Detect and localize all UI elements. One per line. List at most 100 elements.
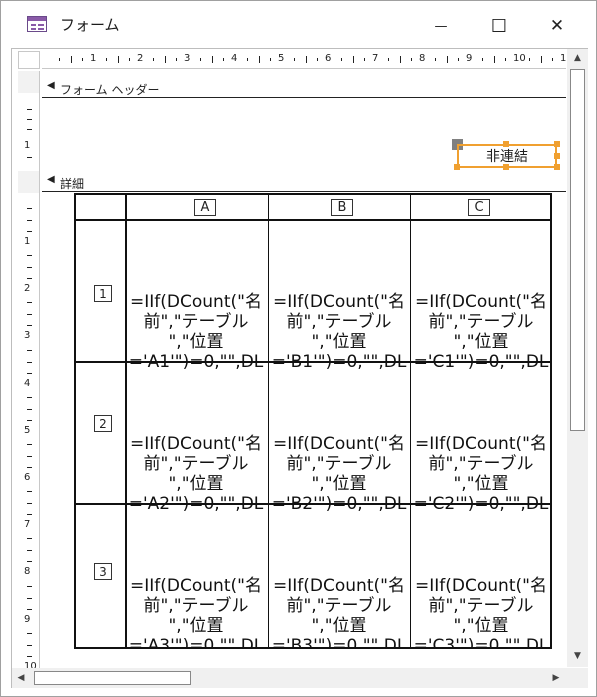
row-label-3[interactable]: 3 [94, 563, 112, 580]
vertical-scrollbar[interactable]: ▲ ▼ [567, 49, 588, 667]
ruler-number: 9 [24, 613, 31, 625]
formula-line: ='C1'")=0,"",DL [413, 352, 549, 372]
resize-handle-bottom-left[interactable] [454, 164, 460, 170]
ruler-tick [552, 58, 554, 61]
grid-hline [74, 219, 552, 221]
ruler-number: 5 [24, 424, 31, 436]
formula-textbox-c2[interactable]: =IIf(DCount("名 前","テーブル ","位置 ='C2'")=0,… [413, 434, 549, 526]
formula-textbox-a2[interactable]: =IIf(DCount("名 前","テーブル ","位置 ='A2'")=0,… [128, 434, 264, 526]
close-icon: ✕ [549, 16, 565, 36]
ruler-tick [27, 278, 32, 280]
ruler-tick [27, 503, 32, 505]
ruler-number: 8 [24, 566, 31, 578]
ruler-tick [481, 58, 483, 61]
unbound-label: 非連結 [486, 149, 528, 165]
formula-line: ","位置 [168, 474, 224, 494]
ruler-tick [117, 56, 119, 63]
ruler-tick [528, 58, 530, 61]
form-selector[interactable] [18, 51, 40, 69]
formula-textbox-a1[interactable]: =IIf(DCount("名 前","テーブル ","位置 ='A1'")=0,… [128, 292, 264, 384]
formula-line: 前","テーブル [143, 312, 249, 332]
formula-line: =IIf(DCount("名 [415, 292, 547, 312]
formula-textbox-b2[interactable]: =IIf(DCount("名 前","テーブル ","位置 ='B2'")=0,… [271, 434, 407, 526]
formula-line: 前","テーブル [143, 454, 249, 474]
ruler-tick [27, 561, 32, 563]
formula-line: ='C3'")=0,"",DL [413, 636, 549, 649]
formula-textbox-b1[interactable]: =IIf(DCount("名 前","テーブル ","位置 ='B1'")=0,… [271, 292, 407, 384]
column-label-c[interactable]: C [468, 199, 490, 216]
ruler-tick [27, 585, 32, 587]
resize-handle-top-right[interactable] [554, 141, 560, 147]
scroll-up-icon: ▲ [574, 53, 581, 63]
ruler-tick [27, 119, 32, 120]
ruler-number: 7 [24, 519, 31, 531]
resize-handle-bottom-right[interactable] [554, 164, 560, 170]
section-arrow-icon: ◀ [47, 174, 55, 185]
maximize-button[interactable]: ☐ [476, 9, 522, 43]
ruler-tick [317, 58, 319, 61]
ruler-tick [27, 396, 32, 398]
horizontal-scroll-thumb[interactable] [34, 671, 191, 685]
ruler-number: 2 [137, 53, 144, 64]
formula-line: ","位置 [311, 332, 367, 352]
ruler-number: 10 [513, 53, 526, 64]
ruler-tick [293, 58, 295, 61]
formula-line: ","位置 [311, 474, 367, 494]
vertical-ruler[interactable]: 1 1 2 3 4 5 6 7 8 9 10 [18, 71, 40, 671]
ruler-header-gap [18, 71, 39, 93]
detail-bar[interactable]: ◀ 詳細 [42, 172, 566, 192]
resize-handle-top[interactable] [503, 141, 509, 147]
horizontal-ruler[interactable]: 1 2 3 4 5 6 7 8 9 10 1 [42, 51, 566, 69]
ruler-tick [246, 58, 248, 61]
ruler-tick [27, 109, 32, 110]
minimize-icon: — [434, 18, 448, 34]
ruler-number: 1 [24, 140, 31, 151]
ruler-tick [27, 325, 32, 327]
ruler-tick [27, 538, 32, 540]
ruler-tick [364, 58, 366, 61]
scroll-right-icon: ▶ [552, 673, 560, 683]
ruler-number: 9 [466, 53, 473, 64]
formula-line: =IIf(DCount("名 [273, 576, 405, 596]
formula-textbox-a3[interactable]: =IIf(DCount("名 前","テーブル ","位置 ='A3'")=0,… [128, 576, 264, 649]
ruler-number: 2 [24, 283, 31, 295]
ruler-number: 1 [90, 53, 97, 64]
formula-line: ","位置 [311, 616, 367, 636]
scroll-up-button[interactable]: ▲ [567, 49, 588, 67]
detail-label: 詳細 [60, 177, 85, 191]
formula-line: =IIf(DCount("名 [130, 576, 262, 596]
column-label-b[interactable]: B [331, 199, 353, 216]
formula-textbox-c3[interactable]: =IIf(DCount("名 前","テーブル ","位置 ='C3'")=0,… [413, 576, 549, 649]
formula-textbox-c1[interactable]: =IIf(DCount("名 前","テーブル ","位置 ='C1'")=0,… [413, 292, 549, 384]
title-bar[interactable]: フォーム — ☐ ✕ [1, 1, 596, 49]
ruler-tick [340, 58, 342, 61]
column-label-a[interactable]: A [194, 199, 216, 216]
close-button[interactable]: ✕ [534, 9, 580, 43]
ruler-number: 1 [24, 236, 31, 247]
ruler-tick [164, 56, 166, 63]
scroll-down-button[interactable]: ▼ [567, 647, 588, 665]
scroll-left-icon: ◀ [17, 673, 25, 683]
row-label-2[interactable]: 2 [94, 415, 112, 432]
horizontal-scrollbar[interactable]: ◀ ▶ [12, 668, 567, 688]
form-header-bar[interactable]: ◀ フォーム ヘッダー [42, 78, 566, 98]
minimize-button[interactable]: — [418, 9, 464, 43]
vertical-scroll-thumb[interactable] [570, 69, 585, 431]
grid-vline [410, 193, 411, 649]
scroll-left-button[interactable]: ◀ [12, 668, 30, 688]
resize-handle-right[interactable] [554, 153, 560, 159]
resize-handle-bottom[interactable] [503, 164, 509, 170]
formula-line: ='B2'")=0,"",DL [271, 494, 407, 514]
formula-textbox-b3[interactable]: =IIf(DCount("名 前","テーブル ","位置 ='B3'")=0,… [271, 576, 407, 649]
formula-line: 前","テーブル [286, 596, 392, 616]
formula-line: 前","テーブル [428, 312, 534, 332]
frame-left-border [11, 48, 12, 688]
scroll-right-button[interactable]: ▶ [547, 668, 565, 688]
row-label-1[interactable]: 1 [94, 285, 112, 302]
ruler-tick [211, 56, 213, 63]
ruler-number: 3 [184, 53, 191, 64]
ruler-tick [540, 56, 542, 63]
ruler-tick [27, 314, 32, 316]
ruler-tick [27, 302, 32, 304]
size-grip[interactable] [567, 668, 588, 688]
